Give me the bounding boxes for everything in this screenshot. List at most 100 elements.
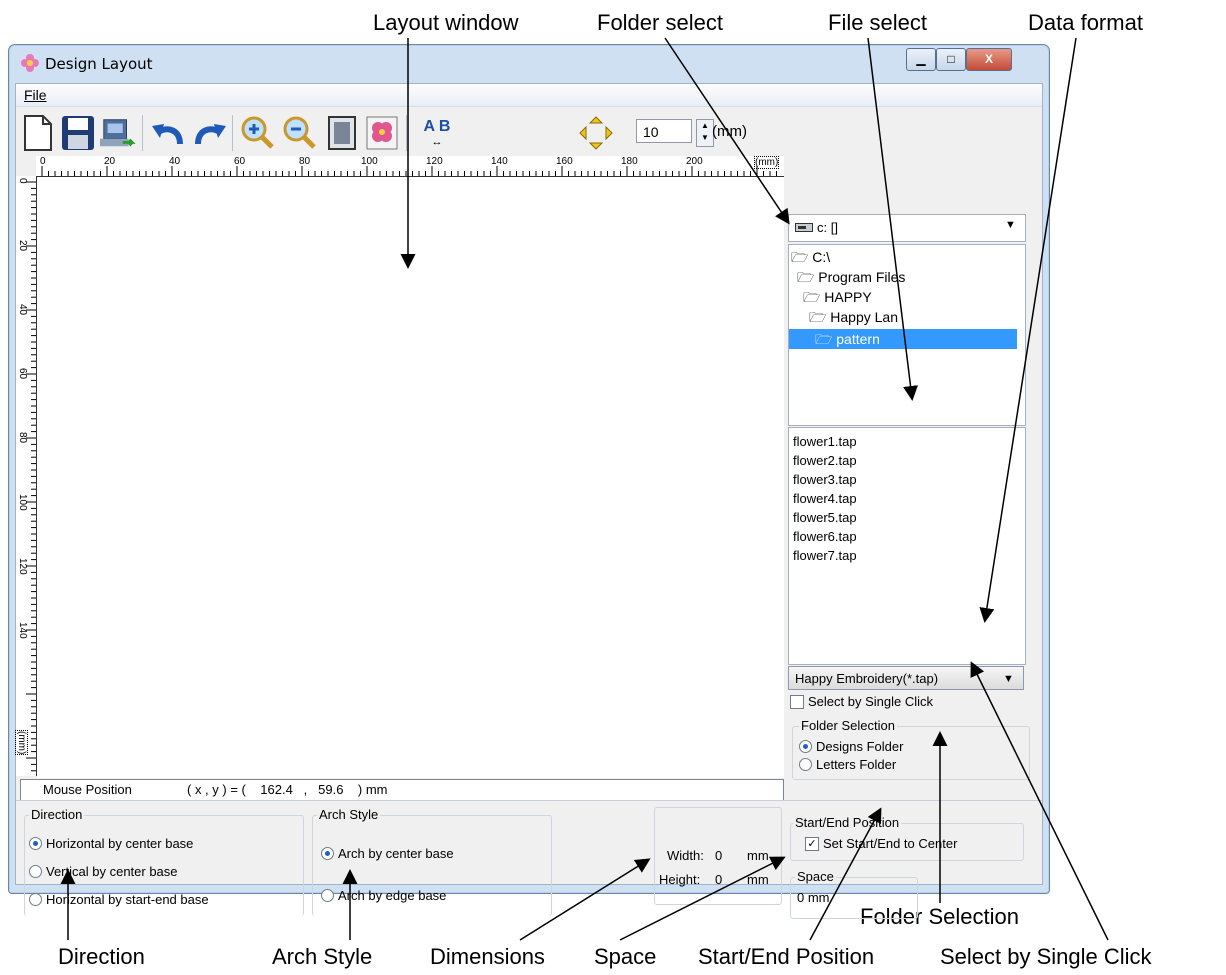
redo-icon[interactable] (192, 113, 228, 153)
chevron-down-icon: ▼ (1005, 219, 1016, 231)
zoom-in-icon[interactable] (240, 113, 276, 153)
drive-select[interactable]: c: [] ▼ (788, 214, 1026, 242)
height-unit: mm (747, 872, 769, 887)
callout-direction: Direction (58, 944, 145, 969)
folder-item[interactable]: 🗁 Program Files (797, 267, 905, 287)
layout-canvas[interactable] (37, 177, 784, 778)
file-item[interactable]: flower2.tap (793, 451, 857, 471)
close-button[interactable]: X (966, 48, 1012, 71)
radio-dot[interactable] (799, 740, 812, 753)
folder-open-icon: 🗁 (797, 269, 815, 285)
new-document-icon[interactable] (20, 113, 56, 153)
title-bar[interactable]: Design Layout ▁ □ X (9, 45, 1049, 83)
ruler-unit-label: (mm) (15, 730, 28, 756)
undo-icon[interactable] (150, 113, 186, 153)
callout-arch-style: Arch Style (272, 944, 373, 969)
callout-file-select: File select (828, 10, 928, 35)
folder-label: pattern (836, 331, 880, 347)
width-value: 0 (715, 848, 723, 863)
drive-icon (795, 221, 813, 233)
ruler-tick-label: 120 (17, 558, 28, 575)
radio-vertical-center[interactable]: Vertical by center base (29, 864, 178, 879)
file-item[interactable]: flower1.tap (793, 432, 857, 452)
flower-icon (21, 54, 39, 72)
toolbar: A B ↔ 10 ▲ ▼ (mm) (16, 107, 786, 155)
checkbox-box[interactable] (790, 694, 804, 709)
ruler-tick-label: 100 (361, 156, 378, 167)
folder-item[interactable]: 🗁 C:\ (791, 247, 830, 267)
height-label: Height: (659, 872, 701, 887)
radio-arch-center[interactable]: Arch by center base (321, 846, 454, 861)
dimensions-group: Width: 0 mm Height: 0 mm (654, 807, 782, 905)
mouse-position-label: Mouse Position (43, 782, 132, 797)
radio-label: Arch by edge base (338, 888, 447, 903)
select-by-single-click-label: Select by Single Click (808, 694, 933, 709)
file-item[interactable]: flower5.tap (793, 508, 857, 528)
ruler-tick-label: 0 (17, 178, 28, 184)
radio-dot[interactable] (29, 837, 42, 850)
ruler-tick-label: 80 (17, 432, 28, 444)
start-end-position-group: Start/End Position ✓ Set Start/End to Ce… (790, 815, 1024, 861)
folder-label: Happy Lan (830, 309, 898, 325)
zoom-out-icon[interactable] (282, 113, 318, 153)
ruler-tick-label: 100 (17, 494, 28, 511)
fit-page-icon[interactable] (324, 113, 360, 153)
folder-open-icon: 🗁 (803, 289, 821, 305)
ruler-tick-label: 180 (621, 156, 638, 167)
arch-style-group: Arch Style Arch by center base Arch by e… (312, 807, 552, 916)
callout-select-by-single-click: Select by Single Click (940, 944, 1152, 969)
ruler-tick-label: 60 (234, 156, 246, 167)
folder-open-icon: 🗁 (809, 309, 827, 325)
client-area: File A B ↔ 10 ▲ ▼ (mm) 0 20 40 60 80 100… (15, 83, 1043, 919)
radio-dot[interactable] (29, 865, 42, 878)
letter-spacing-icon[interactable]: A B ↔ (414, 113, 460, 153)
folder-item-selected[interactable]: 🗁 pattern (789, 329, 1017, 349)
spacing-arrow-glyph: ↔ (431, 136, 443, 148)
radio-label: Designs Folder (816, 739, 904, 754)
design-view-icon[interactable] (364, 113, 400, 153)
radio-letters-folder[interactable]: Letters Folder (799, 757, 896, 772)
save-icon[interactable] (60, 113, 96, 153)
move-arrows-icon[interactable] (576, 113, 616, 153)
toolbar-separator (232, 115, 233, 151)
radio-horizontal-center[interactable]: Horizontal by center base (29, 836, 193, 851)
folder-item[interactable]: 🗁 Happy Lan (809, 307, 898, 327)
direction-group: Direction Horizontal by center base Vert… (24, 807, 304, 916)
radio-arch-edge[interactable]: Arch by edge base (321, 888, 446, 903)
menu-file[interactable]: File (24, 87, 47, 103)
space-group: Space 0 mm (790, 869, 918, 919)
radio-dot[interactable] (799, 758, 812, 771)
radio-dot[interactable] (321, 889, 334, 902)
radio-horizontal-start-end[interactable]: Horizontal by start-end base (29, 892, 209, 907)
set-start-end-checkbox[interactable]: ✓ Set Start/End to Center (805, 836, 957, 851)
toolbar-separator (406, 115, 407, 151)
data-format-select[interactable]: Happy Embroidery(*.tap) ▼ (788, 666, 1024, 690)
send-to-machine-icon[interactable] (100, 113, 136, 153)
drive-value: c: [] (817, 220, 838, 235)
file-item[interactable]: flower6.tap (793, 527, 857, 547)
checkbox-box[interactable]: ✓ (805, 836, 819, 851)
ruler-tick-label: 20 (104, 156, 116, 167)
file-item[interactable]: flower4.tap (793, 489, 857, 509)
maximize-button[interactable]: □ (936, 48, 966, 71)
arch-style-title: Arch Style (317, 807, 381, 822)
minimize-button[interactable]: ▁ (906, 48, 936, 71)
file-item[interactable]: flower3.tap (793, 470, 857, 490)
callout-start-end-position: Start/End Position (698, 944, 875, 969)
ruler-tick-label: 140 (17, 622, 28, 639)
folder-open-icon: 🗁 (815, 331, 833, 347)
chevron-down-icon: ▼ (1003, 673, 1014, 685)
ruler-tick-label: 140 (491, 156, 508, 167)
folder-item[interactable]: 🗁 HAPPY (803, 287, 872, 307)
file-list[interactable]: flower1.tap flower2.tap flower3.tap flow… (788, 427, 1026, 665)
vertical-ruler: 0 20 40 60 80 100 120 140 (mm) (15, 176, 37, 776)
file-item[interactable]: flower7.tap (793, 546, 857, 566)
radio-dot[interactable] (29, 893, 42, 906)
move-step-input[interactable]: 10 (636, 119, 692, 143)
design-layout-window: Design Layout ▁ □ X File A B ↔ 10 ▲ ▼ (m… (8, 44, 1050, 919)
radio-dot[interactable] (321, 847, 334, 860)
folder-tree[interactable]: 🗁 C:\ 🗁 Program Files 🗁 HAPPY 🗁 Happy La… (788, 244, 1026, 426)
radio-designs-folder[interactable]: Designs Folder (799, 739, 903, 754)
bottom-panel: Direction Horizontal by center base Vert… (16, 800, 1042, 919)
select-by-single-click-checkbox[interactable]: Select by Single Click (790, 694, 933, 709)
